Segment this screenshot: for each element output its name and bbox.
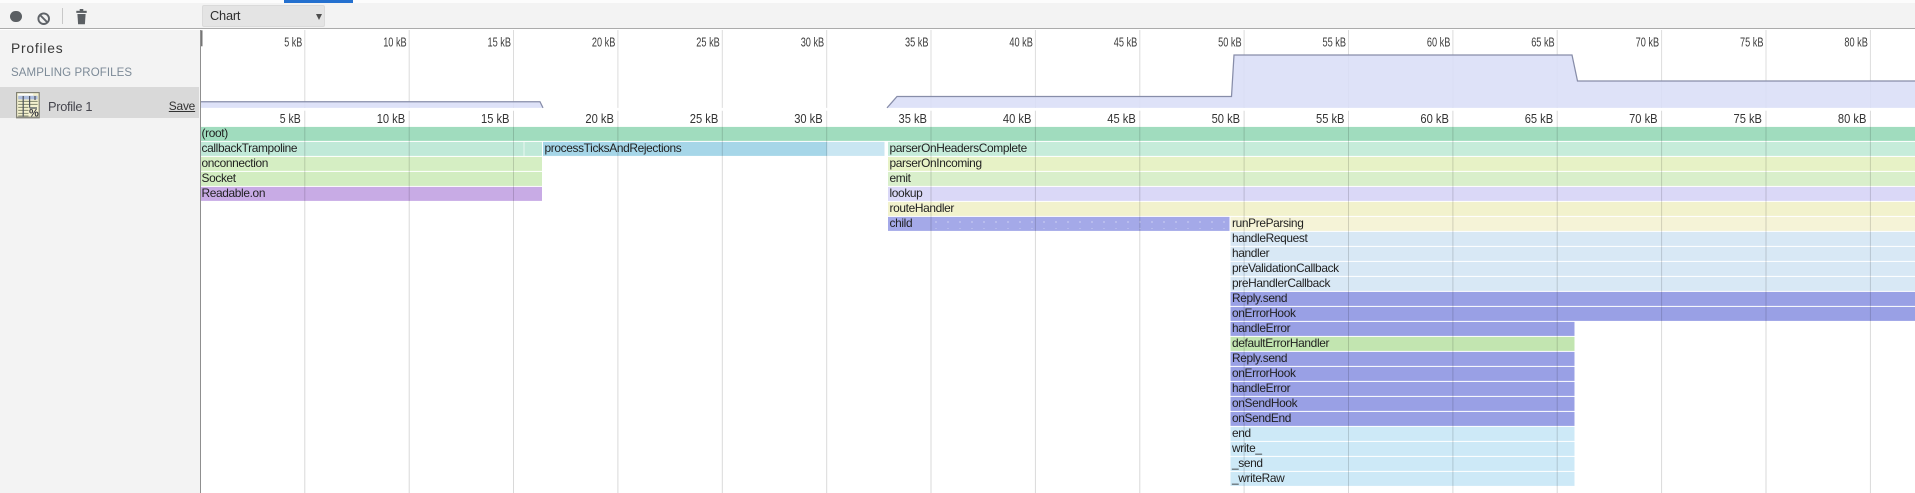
svg-text:65 kB: 65 kB xyxy=(1531,35,1555,49)
svg-text:60 kB: 60 kB xyxy=(1420,111,1449,126)
svg-text:5 kB: 5 kB xyxy=(280,111,301,126)
svg-text:parserOnHeadersComplete: parserOnHeadersComplete xyxy=(890,141,1028,155)
svg-text:45 kB: 45 kB xyxy=(1114,35,1138,49)
svg-text:Readable.on: Readable.on xyxy=(202,186,266,200)
svg-text:preHandlerCallback: preHandlerCallback xyxy=(1232,276,1331,290)
svg-text:preValidationCallback: preValidationCallback xyxy=(1232,261,1339,275)
svg-text:50 kB: 50 kB xyxy=(1212,111,1241,126)
svg-text:45 kB: 45 kB xyxy=(1107,111,1136,126)
svg-text:runPreParsing: runPreParsing xyxy=(1232,216,1303,230)
svg-text:25 kB: 25 kB xyxy=(696,35,720,49)
svg-text:35 kB: 35 kB xyxy=(899,111,928,126)
svg-text:handleError: handleError xyxy=(1232,321,1291,335)
svg-text:15 kB: 15 kB xyxy=(488,35,512,49)
svg-text:55 kB: 55 kB xyxy=(1323,35,1347,49)
svg-text:handleRequest: handleRequest xyxy=(1232,231,1308,245)
svg-text:handleError: handleError xyxy=(1232,381,1291,395)
svg-text:Socket: Socket xyxy=(202,171,237,185)
svg-text:15 kB: 15 kB xyxy=(481,111,510,126)
svg-text:25 kB: 25 kB xyxy=(690,111,719,126)
svg-text:write_: write_ xyxy=(1231,441,1262,455)
svg-text:handler: handler xyxy=(1232,246,1270,260)
svg-text:80 kB: 80 kB xyxy=(1844,35,1868,49)
svg-text:onSendHook: onSendHook xyxy=(1232,396,1298,410)
svg-text:55 kB: 55 kB xyxy=(1316,111,1345,126)
svg-text:75 kB: 75 kB xyxy=(1734,111,1763,126)
svg-text:emit: emit xyxy=(890,171,912,185)
svg-text:(root): (root) xyxy=(202,126,229,140)
svg-text:onErrorHook: onErrorHook xyxy=(1232,306,1296,320)
svg-text:end: end xyxy=(1232,426,1251,440)
svg-text:onconnection: onconnection xyxy=(202,156,269,170)
svg-text:60 kB: 60 kB xyxy=(1427,35,1451,49)
svg-text:child: child xyxy=(890,216,913,230)
svg-text:routeHandler: routeHandler xyxy=(890,201,955,215)
svg-text:10 kB: 10 kB xyxy=(383,35,407,49)
svg-text:_send: _send xyxy=(1231,456,1263,470)
svg-text:Reply.send: Reply.send xyxy=(1232,351,1287,365)
svg-text:75 kB: 75 kB xyxy=(1740,35,1764,49)
svg-text:processTicksAndRejections: processTicksAndRejections xyxy=(545,141,682,155)
svg-text:20 kB: 20 kB xyxy=(585,111,614,126)
svg-text:70 kB: 70 kB xyxy=(1629,111,1658,126)
svg-text:30 kB: 30 kB xyxy=(801,35,825,49)
svg-text:onErrorHook: onErrorHook xyxy=(1232,366,1296,380)
svg-text:10 kB: 10 kB xyxy=(377,111,406,126)
svg-text:lookup: lookup xyxy=(890,186,924,200)
svg-text:35 kB: 35 kB xyxy=(905,35,929,49)
svg-text:50 kB: 50 kB xyxy=(1218,35,1242,49)
svg-text:defaultErrorHandler: defaultErrorHandler xyxy=(1232,336,1330,350)
svg-text:onSendEnd: onSendEnd xyxy=(1232,411,1291,425)
svg-text:parserOnIncoming: parserOnIncoming xyxy=(890,156,982,170)
svg-text:40 kB: 40 kB xyxy=(1009,35,1033,49)
svg-text:callbackTrampoline: callbackTrampoline xyxy=(202,141,298,155)
svg-text:30 kB: 30 kB xyxy=(794,111,823,126)
svg-text:_writeRaw: _writeRaw xyxy=(1231,471,1285,485)
svg-text:70 kB: 70 kB xyxy=(1636,35,1660,49)
svg-text:20 kB: 20 kB xyxy=(592,35,616,49)
svg-text:Reply.send: Reply.send xyxy=(1232,291,1287,305)
svg-text:5 kB: 5 kB xyxy=(284,35,302,49)
svg-text:40 kB: 40 kB xyxy=(1003,111,1032,126)
svg-text:80 kB: 80 kB xyxy=(1838,111,1867,126)
svg-text:65 kB: 65 kB xyxy=(1525,111,1554,126)
